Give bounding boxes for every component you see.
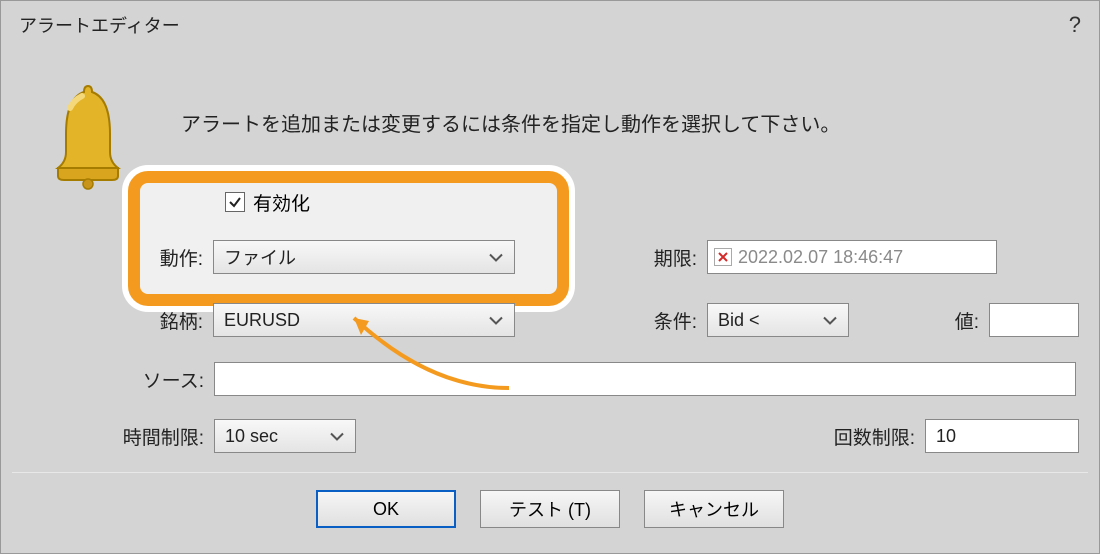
timeout-select[interactable]: 10 sec	[214, 419, 356, 453]
bell-icon	[52, 80, 124, 195]
source-label: ソース:	[130, 366, 214, 393]
chevron-down-icon	[329, 426, 345, 447]
ok-button[interactable]: OK	[316, 490, 456, 528]
window-title: アラートエディター	[19, 12, 180, 38]
iterations-input[interactable]: 10	[925, 419, 1079, 453]
test-button[interactable]: テスト (T)	[480, 490, 620, 528]
value-label: 値:	[948, 307, 989, 334]
expiry-field[interactable]: 2022.02.07 18:46:47	[707, 240, 997, 274]
source-input[interactable]	[214, 362, 1076, 396]
timeout-label: 時間制限:	[36, 423, 214, 450]
chevron-down-icon	[822, 310, 838, 331]
symbol-label: 銘柄:	[148, 307, 213, 334]
condition-label: 条件:	[637, 307, 707, 334]
enable-label: 有効化	[253, 189, 310, 216]
expiry-value: 2022.02.07 18:46:47	[738, 247, 903, 268]
condition-select[interactable]: Bid <	[707, 303, 849, 337]
iterations-label: 回数制限:	[820, 423, 925, 450]
cancel-button[interactable]: キャンセル	[644, 490, 784, 528]
chevron-down-icon	[488, 247, 504, 268]
chevron-down-icon	[488, 310, 504, 331]
expiry-checkbox[interactable]	[714, 248, 732, 266]
instruction-text: アラートを追加または変更するには条件を指定し動作を選択して下さい。	[181, 108, 840, 137]
enable-checkbox[interactable]	[225, 192, 245, 212]
action-label: 動作:	[148, 244, 213, 271]
separator	[12, 472, 1088, 473]
help-icon[interactable]: ?	[1069, 12, 1081, 38]
action-select[interactable]: ファイル	[213, 240, 515, 274]
expiry-label: 期限:	[637, 244, 707, 271]
symbol-select[interactable]: EURUSD	[213, 303, 515, 337]
value-input[interactable]	[989, 303, 1079, 337]
